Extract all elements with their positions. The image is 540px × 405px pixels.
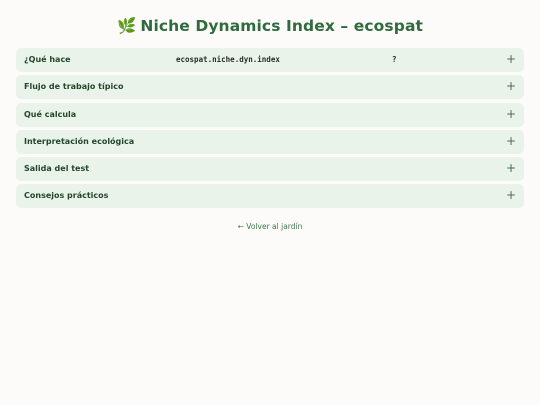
page: 🌿 Niche Dynamics Index – ecospat ¿Qué hac…	[0, 0, 540, 405]
accordion-item-que-calcula[interactable]: Qué calcula +	[16, 102, 524, 127]
accordion-item-flujo-de-trabajo[interactable]: Flujo de trabajo típico +	[16, 75, 524, 100]
back-to-garden-link[interactable]: ← Volver al jardín	[0, 222, 540, 231]
plus-icon[interactable]: +	[506, 75, 516, 98]
accordion-item-interpretacion[interactable]: Interpretación ecológica +	[16, 129, 524, 154]
accordion-item-label: Flujo de trabajo típico	[24, 82, 124, 92]
page-title: 🌿 Niche Dynamics Index – ecospat	[0, 17, 540, 35]
function-name-code: ecospat.niche.dyn.index	[176, 55, 280, 64]
accordion-item-label: Consejos prácticos	[24, 191, 109, 201]
accordion-item-label: ¿Qué hace	[24, 55, 71, 64]
accordion: ¿Qué hace ecospat.niche.dyn.index ? + Fl…	[16, 48, 524, 212]
plus-icon[interactable]: +	[506, 130, 516, 153]
accordion-item-consejos[interactable]: Consejos prácticos +	[16, 184, 524, 209]
plus-icon[interactable]: +	[506, 184, 516, 207]
leaf-icon: 🌿	[116, 17, 137, 35]
accordion-item-label: Salida del test	[24, 164, 90, 174]
accordion-item-que-hace[interactable]: ¿Qué hace ecospat.niche.dyn.index ? +	[16, 48, 524, 72]
question-mark: ?	[392, 55, 397, 64]
accordion-item-salida-del-test[interactable]: Salida del test +	[16, 157, 524, 182]
plus-icon[interactable]: +	[506, 48, 516, 71]
page-title-text: Niche Dynamics Index – ecospat	[140, 17, 424, 35]
plus-icon[interactable]: +	[506, 157, 516, 180]
accordion-item-label: Qué calcula	[24, 109, 77, 119]
accordion-item-label: Interpretación ecológica	[24, 136, 135, 146]
plus-icon[interactable]: +	[506, 103, 516, 126]
